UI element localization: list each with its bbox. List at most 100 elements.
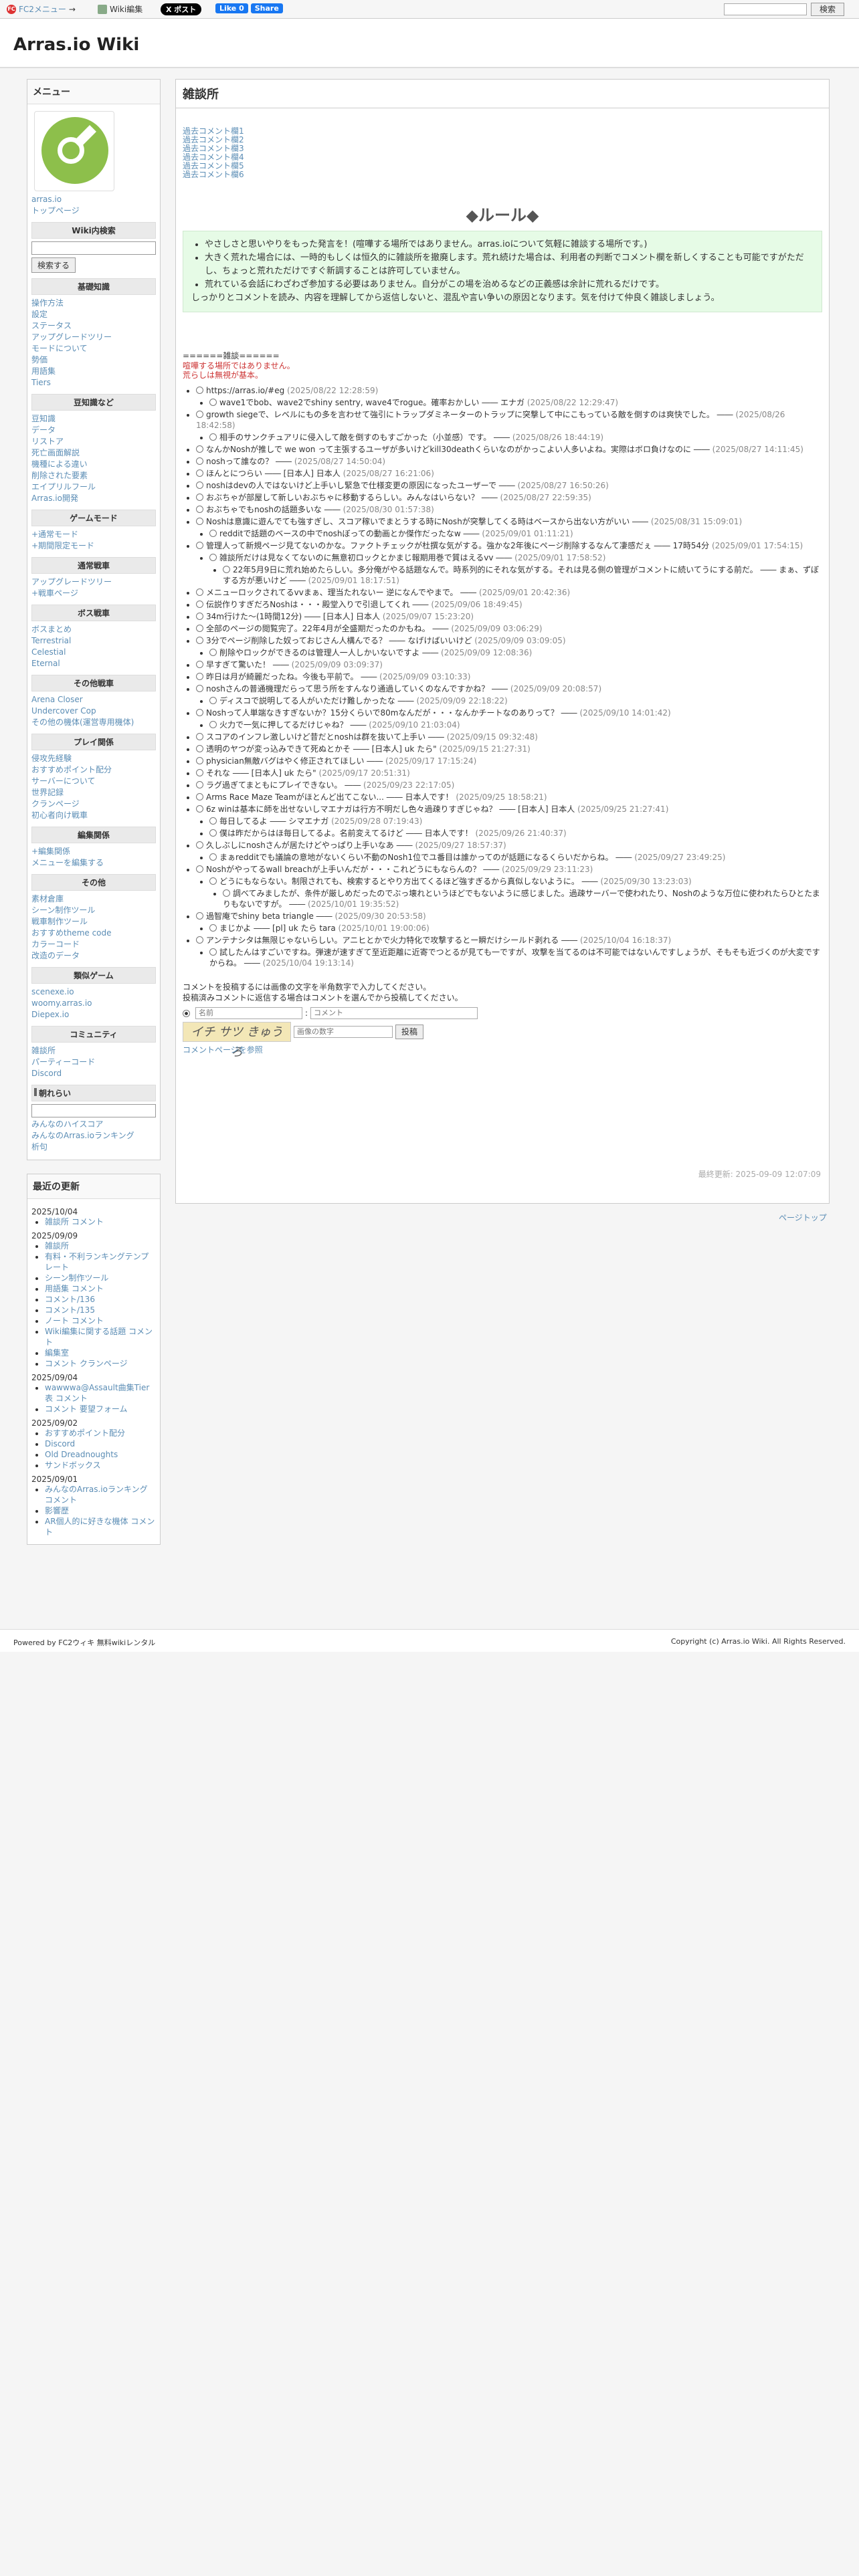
reply-radio[interactable]	[223, 566, 230, 573]
logo-link[interactable]: arras.io	[31, 194, 156, 205]
reply-radio[interactable]	[209, 948, 217, 956]
menu-item[interactable]: Undercover Cop	[31, 706, 156, 717]
update-link[interactable]: 影響歴	[45, 1506, 69, 1515]
footer-powered[interactable]: Powered by FC2ウィキ 無料wikiレンタル	[13, 1637, 155, 1648]
update-link[interactable]: コメント 要望フォーム	[45, 1404, 127, 1414]
reply-radio[interactable]	[196, 445, 203, 453]
past-log-link[interactable]: 過去コメント欄2	[183, 136, 822, 144]
menu-item[interactable]: その他の機体(運営専用機体)	[31, 717, 156, 728]
fb-like-button[interactable]: Like 0	[215, 3, 248, 13]
wiki-edit-label[interactable]: Wiki編集	[110, 3, 142, 15]
menu-item[interactable]: woomy.arras.io	[31, 998, 156, 1009]
menu-item[interactable]: クランページ	[31, 798, 156, 810]
reply-radio[interactable]	[209, 697, 217, 704]
menu-item[interactable]: +通常モード	[31, 529, 156, 540]
menu-item[interactable]: Arena Closer	[31, 694, 156, 706]
reply-radio[interactable]	[196, 494, 203, 501]
reply-radio[interactable]	[196, 387, 203, 394]
reply-radio[interactable]	[196, 518, 203, 525]
menu-item[interactable]: カラーコード	[31, 939, 156, 950]
menu-item[interactable]: 改造のデータ	[31, 950, 156, 962]
blog-search-input[interactable]	[31, 1104, 156, 1117]
menu-item[interactable]: Celestial	[31, 647, 156, 658]
reply-radio[interactable]	[196, 805, 203, 813]
menu-item[interactable]: 素材倉庫	[31, 893, 156, 905]
update-link[interactable]: コメント/135	[45, 1305, 95, 1315]
reply-radio[interactable]	[196, 865, 203, 873]
reply-radio[interactable]	[196, 936, 203, 944]
menu-item[interactable]: Discord	[31, 1068, 156, 1079]
reply-radio[interactable]	[196, 793, 203, 800]
reply-radio[interactable]	[196, 912, 203, 920]
reply-radio[interactable]	[196, 625, 203, 632]
update-link[interactable]: コメント/136	[45, 1295, 95, 1304]
menu-item[interactable]: メニューを編集する	[31, 857, 156, 869]
update-link[interactable]: Discord	[45, 1439, 75, 1448]
menu-item[interactable]: 豆知識	[31, 413, 156, 425]
reply-radio[interactable]	[209, 924, 217, 932]
reply-radio[interactable]	[196, 542, 203, 549]
fc2-menu-label[interactable]: FC2メニュー	[19, 3, 66, 15]
menu-item[interactable]: おすすめポイント配分	[31, 764, 156, 776]
reply-radio[interactable]	[196, 601, 203, 608]
reply-radio[interactable]	[196, 769, 203, 776]
misc-link[interactable]: 析句	[31, 1142, 156, 1153]
menu-item[interactable]: 機種による違い	[31, 459, 156, 470]
menu-item[interactable]: ステータス	[31, 320, 156, 332]
reply-radio[interactable]	[196, 661, 203, 668]
page-top-link[interactable]: ページトップ	[779, 1212, 827, 1223]
site-title[interactable]: Arras.io Wiki	[13, 35, 139, 55]
reply-radio[interactable]	[196, 757, 203, 764]
update-link[interactable]: 用語集 コメント	[45, 1284, 104, 1293]
past-log-link[interactable]: 過去コメント欄1	[183, 127, 822, 136]
menu-item[interactable]: データ	[31, 425, 156, 436]
menu-item[interactable]: 雑談所	[31, 1045, 156, 1057]
reply-radio[interactable]	[196, 745, 203, 752]
reply-radio[interactable]	[209, 530, 217, 537]
top-page-link[interactable]: トップページ	[31, 205, 156, 217]
reply-radio[interactable]	[196, 613, 203, 620]
menu-item[interactable]: パーティーコード	[31, 1057, 156, 1068]
menu-item[interactable]: アップグレードツリー	[31, 576, 156, 588]
new-comment-radio[interactable]	[183, 1009, 190, 1017]
update-link[interactable]: wawwwa@Assault曲集Tier表 コメント	[45, 1383, 149, 1403]
update-link[interactable]: コメント クランページ	[45, 1359, 128, 1368]
wiki-edit-link[interactable]: Wiki編集	[98, 3, 142, 15]
reply-radio[interactable]	[196, 673, 203, 680]
reply-radio[interactable]	[196, 411, 203, 418]
menu-item[interactable]: +戦車ページ	[31, 588, 156, 599]
update-link[interactable]: 雑談所 コメント	[45, 1217, 104, 1226]
reply-radio[interactable]	[196, 733, 203, 740]
fb-share-button[interactable]: Share	[250, 3, 283, 13]
reply-radio[interactable]	[209, 721, 217, 728]
comment-input[interactable]	[310, 1007, 478, 1019]
update-link[interactable]: ノート コメント	[45, 1316, 104, 1325]
x-post-button[interactable]: X ポスト	[161, 3, 202, 15]
menu-item[interactable]: 初心者向け戦車	[31, 810, 156, 821]
reply-radio[interactable]	[209, 829, 217, 837]
reply-radio[interactable]	[196, 588, 203, 596]
menu-item[interactable]: 勢価	[31, 354, 156, 366]
menu-item[interactable]: アップグレードツリー	[31, 332, 156, 343]
reply-radio[interactable]	[209, 853, 217, 861]
reply-radio[interactable]	[196, 457, 203, 465]
top-search-input[interactable]	[724, 3, 807, 15]
menu-item[interactable]: +期間限定モード	[31, 540, 156, 552]
fc2-menu-link[interactable]: FC FC2メニュー →	[7, 3, 76, 15]
menu-item[interactable]: サーバーについて	[31, 776, 156, 787]
menu-item[interactable]: 削除された要素	[31, 470, 156, 481]
menu-item[interactable]: Terrestrial	[31, 635, 156, 647]
update-link[interactable]: 雑談所	[45, 1241, 69, 1251]
wiki-search-button[interactable]: 検索する	[31, 257, 76, 273]
reply-radio[interactable]	[209, 817, 217, 825]
menu-item[interactable]: シーン制作ツール	[31, 905, 156, 916]
ranking-link[interactable]: みんなのArras.ioランキング	[31, 1130, 156, 1142]
menu-item[interactable]: Arras.io開発	[31, 493, 156, 504]
menu-item[interactable]: scenexe.io	[31, 986, 156, 998]
menu-item[interactable]: モードについて	[31, 343, 156, 354]
highscore-link[interactable]: みんなのハイスコア	[31, 1119, 156, 1130]
reply-radio[interactable]	[209, 649, 217, 656]
reply-radio[interactable]	[223, 889, 230, 897]
past-log-link[interactable]: 過去コメント欄5	[183, 162, 822, 171]
menu-item[interactable]: 死亡画面解説	[31, 447, 156, 459]
